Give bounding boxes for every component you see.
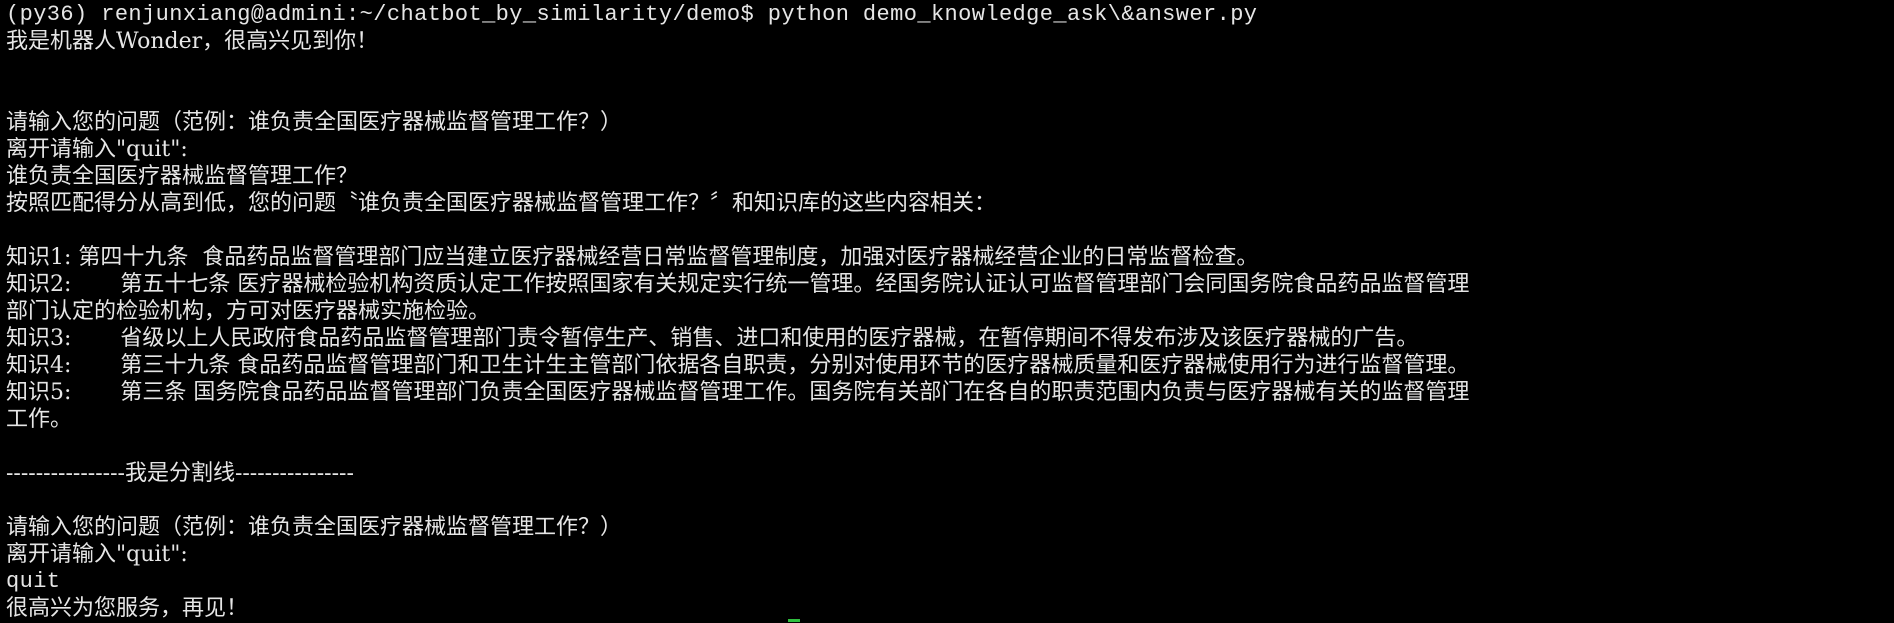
knowledge-label: 知识4: (6, 353, 72, 378)
quit-hint: 离开请输入"quit": (6, 542, 188, 567)
bot-greeting: 我是机器人Wonder，很高兴见到你！ (6, 29, 379, 54)
command-prompt-line: (py36) renjunxiang@admini:~/chatbot_by_s… (6, 2, 1258, 27)
user-question-input: 谁负责全国医疗器械监督管理工作？ (6, 164, 359, 189)
knowledge-item: 知识4: 第三十九条 食品药品监督管理部门和卫生计生主管部门依据各自职责，分别对… (6, 352, 1894, 379)
knowledge-label: 知识3: (6, 326, 72, 351)
knowledge-continuation: 工作。 (6, 407, 73, 432)
knowledge-text: 省级以上人民政府食品药品监督管理部门责令暂停生产、销售、进口和使用的医疗器械，在… (71, 326, 1419, 351)
knowledge-item: 知识5: 第三条 国务院食品药品监督管理部门负责全国医疗器械监督管理工作。国务院… (6, 379, 1894, 406)
knowledge-item: 知识3: 省级以上人民政府食品药品监督管理部门责令暂停生产、销售、进口和使用的医… (6, 325, 1894, 352)
result-intro: 按照匹配得分从高到低，您的问题〝谁负责全国医疗器械监督管理工作？〞和知识库的这些… (6, 191, 997, 216)
knowledge-label: 知识5: (6, 380, 72, 405)
knowledge-continuation: 部门认定的检验机构，方可对医疗器械实施检验。 (6, 299, 491, 324)
knowledge-item: 知识1: 第四十九条 食品药品监督管理部门应当建立医疗器械经营日常监督管理制度，… (6, 244, 1894, 271)
knowledge-text: 第五十七条 医疗器械检验机构资质认定工作按照国家有关规定实行统一管理。经国务院认… (71, 272, 1470, 297)
quit-hint: 离开请输入"quit": (6, 137, 188, 162)
separator-line: ----------------我是分割线---------------- (6, 461, 354, 486)
question-prompt: 请输入您的问题（范例：谁负责全国医疗器械监督管理工作？） (6, 515, 623, 540)
knowledge-text: 第四十九条 食品药品监督管理部门应当建立医疗器械经营日常监督管理制度，加强对医疗… (71, 245, 1259, 270)
knowledge-text: 第三条 国务院食品药品监督管理部门负责全国医疗器械监督管理工作。国务院有关部门在… (71, 380, 1470, 405)
knowledge-label: 知识2: (6, 272, 72, 297)
bot-farewell: 很高兴为您服务，再见！ (6, 596, 249, 621)
terminal-cursor (788, 619, 800, 622)
user-quit-input: quit (6, 569, 61, 594)
question-prompt: 请输入您的问题（范例：谁负责全国医疗器械监督管理工作？） (6, 110, 623, 135)
terminal-window[interactable]: (py36) renjunxiang@admini:~/chatbot_by_s… (0, 0, 1894, 623)
knowledge-item: 知识2: 第五十七条 医疗器械检验机构资质认定工作按照国家有关规定实行统一管理。… (6, 271, 1894, 298)
knowledge-text: 第三十九条 食品药品监督管理部门和卫生计生主管部门依据各自职责，分别对使用环节的… (71, 353, 1470, 378)
knowledge-label: 知识1: (6, 245, 72, 270)
